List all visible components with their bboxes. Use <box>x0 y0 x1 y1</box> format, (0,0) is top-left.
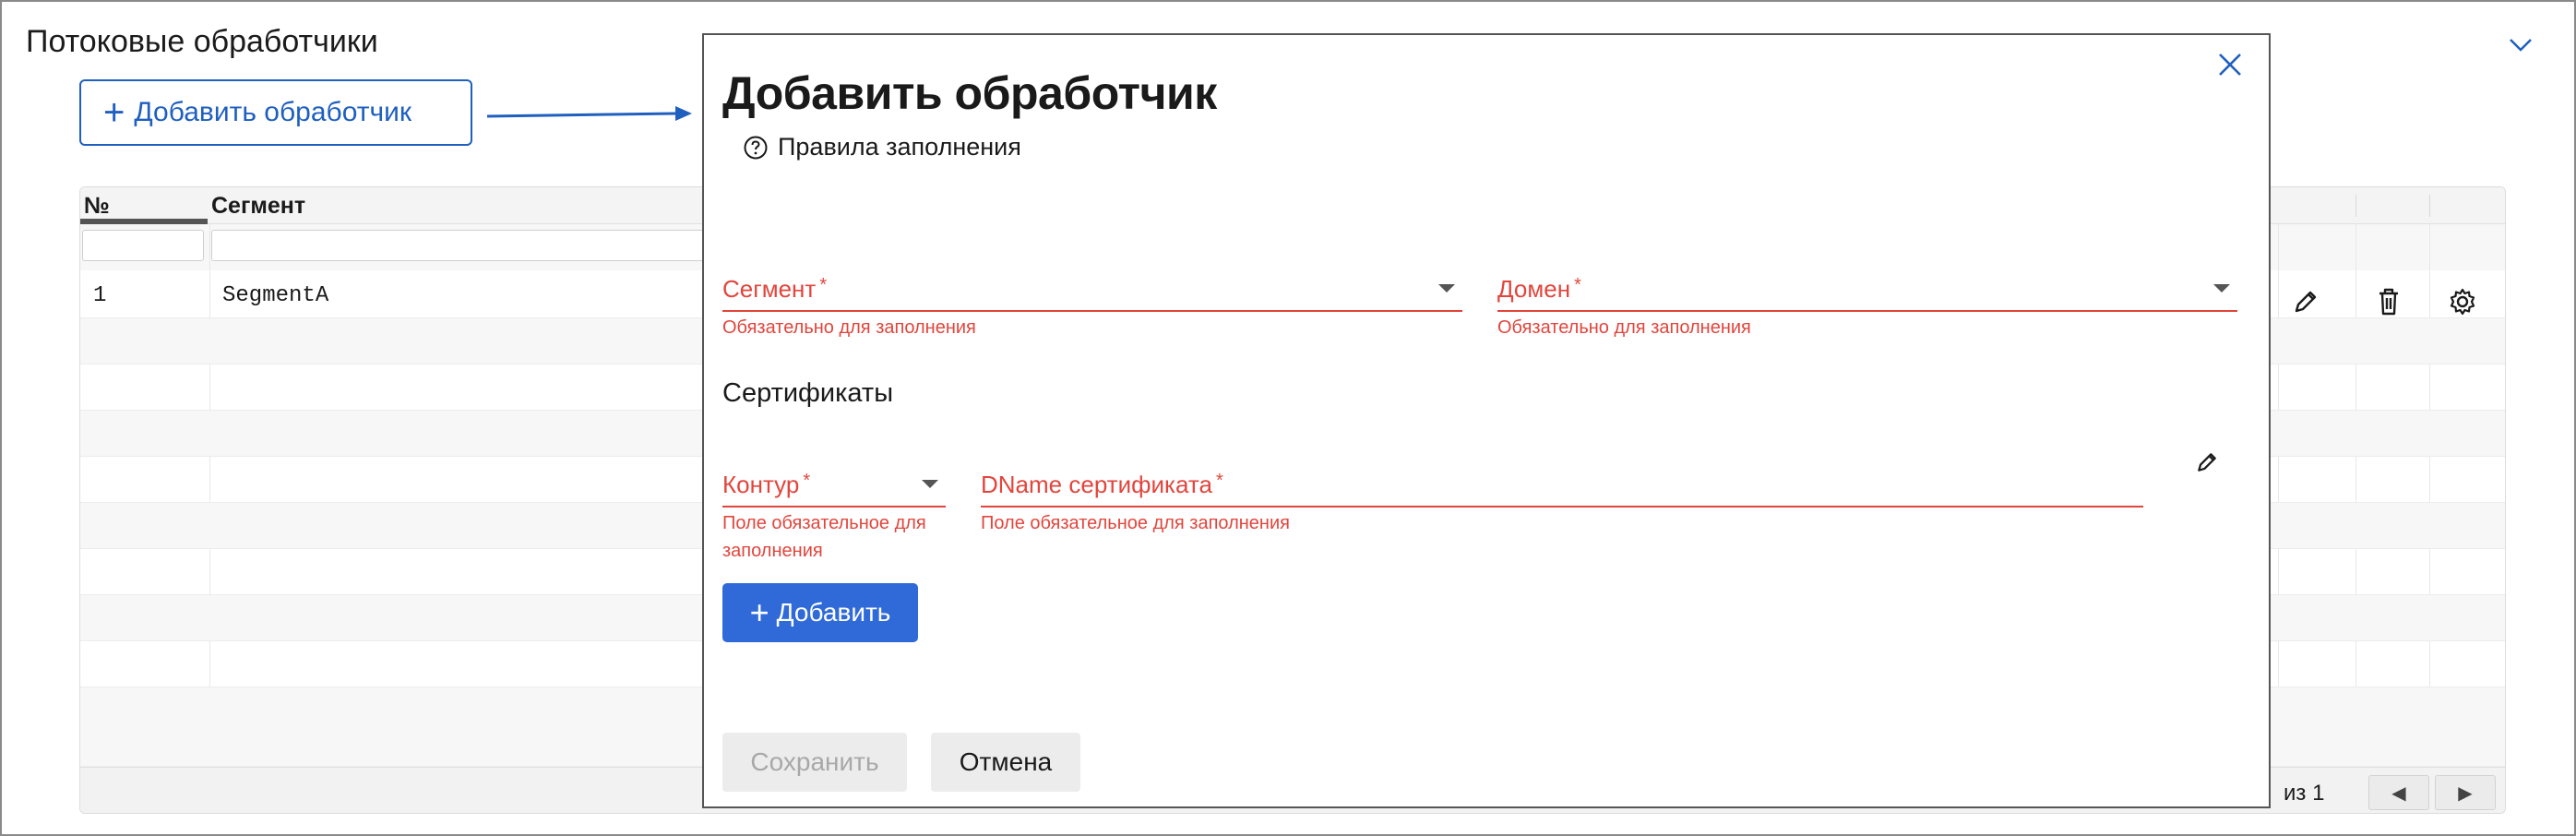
segment-label-wrap: Сегмент * <box>722 275 827 304</box>
triangle-left-icon: ◀ <box>2391 782 2406 804</box>
fill-rules-link[interactable]: Правила заполнения <box>743 133 1021 161</box>
dname-label-wrap: DName сертификата * <box>981 471 1223 499</box>
cell-segment: SegmentA <box>222 283 329 308</box>
plus-icon: + <box>103 92 125 133</box>
add-certificate-label: Добавить <box>776 598 891 627</box>
domain-select[interactable]: Домен * <box>1497 266 2237 312</box>
contour-error: Поле обязательное для заполнения <box>722 509 926 565</box>
cancel-button[interactable]: Отмена <box>931 733 1080 792</box>
contour-select[interactable]: Контур * <box>722 461 946 508</box>
cell-number: 1 <box>93 283 107 308</box>
domain-error: Обязательно для заполнения <box>1497 317 1751 338</box>
caret-down-icon <box>922 480 938 488</box>
filter-segment-input[interactable] <box>211 230 710 261</box>
caret-down-icon <box>2213 284 2230 293</box>
help-circle-icon <box>744 136 768 159</box>
contour-error-line1: Поле обязательное для <box>722 513 926 533</box>
trash-icon[interactable] <box>2370 283 2407 320</box>
filter-number-input[interactable] <box>82 230 204 261</box>
add-certificate-button[interactable]: + Добавить <box>722 583 918 642</box>
contour-label-wrap: Контур * <box>722 471 810 499</box>
fill-rules-label: Правила заполнения <box>778 133 1021 161</box>
app-frame: Потоковые обработчики + Добавить обработ… <box>0 0 2576 836</box>
contour-error-line2: заполнения <box>722 541 823 561</box>
contour-label: Контур <box>722 471 800 498</box>
caret-down-icon <box>1438 284 1455 293</box>
dname-input[interactable]: DName сертификата * <box>981 461 2143 508</box>
gear-icon[interactable] <box>2444 283 2481 320</box>
dname-label: DName сертификата <box>981 471 1212 498</box>
add-handler-dialog: Добавить обработчик Правила заполнения С… <box>702 33 2271 808</box>
dname-error: Поле обязательное для заполнения <box>981 513 1290 533</box>
triangle-right-icon: ▶ <box>2458 782 2473 804</box>
column-header-segment[interactable]: Сегмент <box>211 193 305 220</box>
add-handler-button[interactable]: + Добавить обработчик <box>79 79 472 146</box>
segment-label: Сегмент <box>722 275 817 303</box>
annotation-arrow <box>486 106 692 121</box>
save-button[interactable]: Сохранить <box>722 733 907 792</box>
chevron-down-icon[interactable] <box>2504 28 2537 61</box>
certificates-section-title: Сертификаты <box>722 378 894 408</box>
domain-label: Домен <box>1497 275 1571 303</box>
segment-select[interactable]: Сегмент * <box>722 266 1462 312</box>
pager-prev-button[interactable]: ◀ <box>2368 775 2429 810</box>
domain-label-wrap: Домен * <box>1497 275 1581 304</box>
column-divider <box>2429 195 2430 217</box>
column-header-number[interactable]: № <box>84 193 110 220</box>
pager-count: из 1 <box>2284 781 2325 806</box>
column-divider <box>2355 195 2356 217</box>
pencil-icon[interactable] <box>2287 283 2324 320</box>
pager-next-button[interactable]: ▶ <box>2435 775 2496 810</box>
dialog-title: Добавить обработчик <box>722 67 1217 119</box>
page-title: Потоковые обработчики <box>26 24 378 59</box>
required-mark: * <box>1215 471 1223 491</box>
pencil-icon[interactable] <box>2191 447 2223 478</box>
plus-icon: + <box>749 593 769 631</box>
required-mark: * <box>819 275 828 295</box>
close-icon[interactable] <box>2210 44 2250 85</box>
segment-error: Обязательно для заполнения <box>722 317 976 338</box>
required-mark: * <box>803 471 811 491</box>
required-mark: * <box>1574 275 1581 295</box>
add-handler-label: Добавить обработчик <box>134 97 411 127</box>
